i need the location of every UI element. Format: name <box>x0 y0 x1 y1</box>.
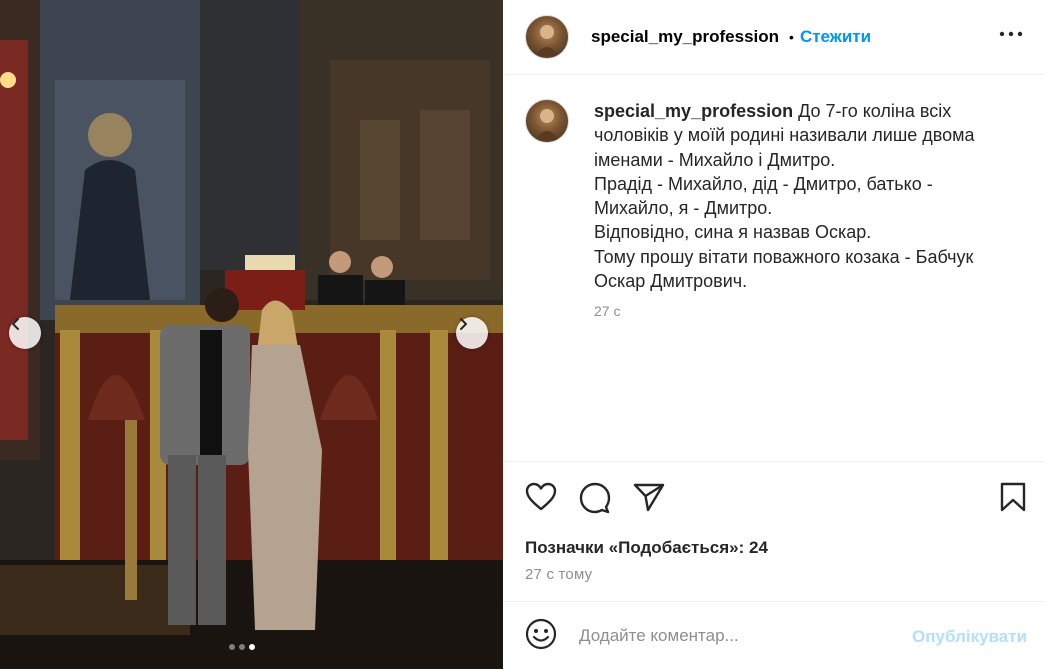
comment-bar: Опублікувати <box>503 601 1045 670</box>
follow-button[interactable]: Стежити <box>800 27 871 47</box>
share-button[interactable] <box>633 482 665 517</box>
post-photo <box>0 0 503 669</box>
post-side-panel: special_my_profession • Стежити special_… <box>503 0 1045 669</box>
caption-timestamp[interactable]: 27 с <box>594 303 1014 319</box>
post-header: special_my_profession • Стежити <box>503 0 1045 75</box>
comment-input[interactable] <box>577 625 881 647</box>
more-horizontal-icon <box>999 31 1023 37</box>
caption-body: special_my_profession До 7-го коліна всі… <box>594 99 1014 319</box>
carousel-dot <box>229 644 235 650</box>
emoji-icon <box>525 618 557 649</box>
likes-count[interactable]: Позначки «Подобається»: 24 <box>525 538 768 558</box>
post-timestamp[interactable]: 27 с тому <box>525 566 592 583</box>
post-actions-section: Позначки «Подобається»: 24 27 с тому <box>503 461 1045 583</box>
username-link[interactable]: special_my_profession <box>591 27 779 47</box>
emoji-button[interactable] <box>525 618 557 655</box>
post-media[interactable] <box>0 0 503 669</box>
caption-username[interactable]: special_my_profession <box>594 101 793 121</box>
caption-avatar[interactable] <box>525 99 569 143</box>
comment-icon <box>579 482 611 514</box>
post-caption: special_my_profession До 7-го коліна всі… <box>503 75 1045 319</box>
caption-content: До 7-го коліна всіх чоловіків у моїй род… <box>594 101 975 292</box>
avatar-image <box>535 109 559 140</box>
like-button[interactable] <box>525 482 557 517</box>
caption-text: special_my_profession До 7-го коліна всі… <box>594 99 1014 293</box>
carousel-dot-active <box>249 644 255 650</box>
heart-icon <box>525 482 557 511</box>
carousel-prev-button[interactable] <box>9 317 41 349</box>
bookmark-icon <box>1000 482 1026 512</box>
more-options-button[interactable] <box>999 26 1023 47</box>
separator-dot: • <box>789 29 794 45</box>
chevron-right-icon <box>460 318 467 330</box>
publish-button[interactable]: Опублікувати <box>912 627 1027 647</box>
save-button[interactable] <box>1000 482 1026 517</box>
send-icon <box>633 483 665 512</box>
carousel-indicator <box>229 644 255 650</box>
carousel-next-button[interactable] <box>456 317 488 349</box>
avatar[interactable] <box>525 15 569 59</box>
avatar-image <box>535 25 559 56</box>
comment-button[interactable] <box>579 482 611 519</box>
carousel-dot <box>239 644 245 650</box>
chevron-left-icon <box>12 318 19 330</box>
action-bar <box>503 462 1045 534</box>
